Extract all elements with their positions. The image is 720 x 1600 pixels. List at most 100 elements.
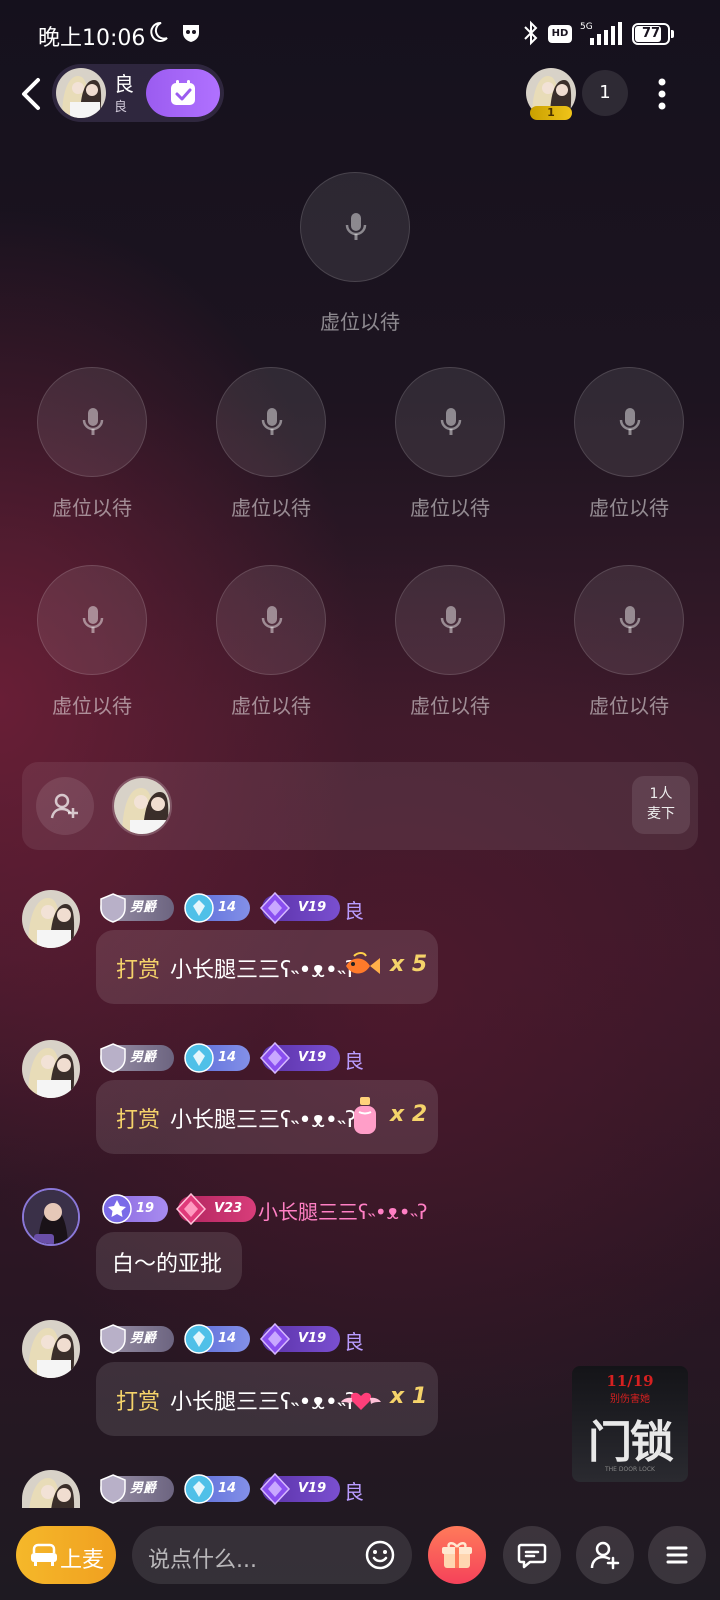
message-avatar[interactable]	[22, 1188, 80, 1246]
goldfish-gift-icon	[346, 952, 380, 974]
moon-icon	[150, 21, 168, 42]
level-badge: 14	[184, 893, 250, 923]
emoji-icon[interactable]	[364, 1539, 396, 1571]
message-nickname[interactable]: 良	[344, 895, 364, 924]
host-seat[interactable]	[300, 172, 410, 282]
seat-6[interactable]	[216, 565, 326, 675]
battery-level: 77	[641, 26, 661, 41]
bottom-toolbar: 上麦 说点什么...	[0, 1520, 720, 1600]
seat-1[interactable]	[37, 367, 147, 477]
check-calendar-icon	[171, 80, 195, 105]
invite-user-button[interactable]	[36, 777, 94, 835]
movie-ad-banner[interactable]: 11/19 别伤害她 门锁 THE DOOR LOCK	[572, 1366, 688, 1482]
message-avatar[interactable]	[22, 1320, 80, 1378]
take-mic-button[interactable]: 上麦	[16, 1526, 116, 1584]
microphone-icon	[619, 606, 641, 633]
gem-badge-icon	[184, 1043, 214, 1073]
room-info-pill[interactable]: 良 良	[52, 64, 224, 122]
add-friend-button[interactable]	[576, 1526, 634, 1584]
message-nickname[interactable]: 良	[344, 1476, 364, 1505]
noble-badge: 男爵	[100, 1324, 174, 1354]
gift-multiplier: x 1	[390, 1384, 428, 1409]
signal-icon: 5G	[580, 22, 622, 45]
battery-icon: 77	[632, 23, 674, 45]
svg-text:5G: 5G	[580, 22, 593, 32]
gift-action: 打赏	[116, 1390, 161, 1415]
gift-multiplier: x 2	[390, 1102, 428, 1127]
status-time: 晚上10:06	[38, 26, 146, 51]
level-badge: 19	[102, 1194, 168, 1224]
noble-badge: 男爵	[100, 893, 174, 923]
ad-english-title: THE DOOR LOCK	[605, 1466, 655, 1473]
back-button[interactable]	[14, 74, 46, 114]
seat-2[interactable]	[216, 367, 326, 477]
online-count-button[interactable]: 1	[582, 70, 628, 116]
message-avatar[interactable]	[22, 1470, 80, 1508]
seat-4[interactable]	[574, 367, 684, 477]
message-avatar[interactable]	[22, 890, 80, 948]
seat-5[interactable]	[37, 565, 147, 675]
mic-queue-count[interactable]: 1人 麦下	[632, 776, 690, 834]
microphone-icon	[619, 408, 641, 435]
chat-bubble-icon	[517, 1543, 547, 1569]
gem-badge-icon	[184, 1474, 214, 1504]
vip-diamond-icon	[259, 891, 291, 925]
vip-diamond-icon	[259, 1322, 291, 1356]
microphone-icon	[82, 606, 104, 633]
gift-multiplier: x 5	[390, 952, 428, 977]
bluetooth-icon	[524, 20, 538, 46]
shield-badge-icon	[100, 893, 126, 923]
gift-button[interactable]	[428, 1526, 486, 1584]
gift-target: 小长腿三三ʕ˵•ᴥ•˵ʔ	[170, 1108, 357, 1133]
message-nickname[interactable]: 良	[344, 1326, 364, 1355]
seat-label: 虚位以待	[231, 694, 311, 718]
queue-count-label: 麦下	[647, 806, 675, 822]
mask-icon	[183, 25, 199, 42]
message-nickname[interactable]: 良	[344, 1045, 364, 1074]
chat-input-placeholder: 说点什么...	[148, 1548, 257, 1573]
gift-box-icon	[442, 1542, 472, 1568]
seat-3[interactable]	[395, 367, 505, 477]
gift-action: 打赏	[116, 1108, 161, 1133]
level-badge: 14	[184, 1043, 250, 1073]
message-nickname[interactable]: 小长腿三三ʕ˵•ᴥ•˵ʔ	[258, 1196, 427, 1225]
microphone-icon	[440, 606, 462, 633]
vip-badge: V19	[259, 1041, 340, 1075]
queued-user-avatar[interactable]	[112, 776, 172, 836]
seat-label: 虚位以待	[410, 496, 490, 520]
noble-badge: 男爵	[100, 1043, 174, 1073]
room-avatar	[56, 68, 106, 118]
room-id: 良	[114, 100, 128, 115]
microphone-icon	[261, 408, 283, 435]
noble-badge: 男爵	[100, 1474, 174, 1504]
take-mic-label: 上麦	[60, 1548, 105, 1573]
message-avatar[interactable]	[22, 1040, 80, 1098]
shield-badge-icon	[100, 1043, 126, 1073]
status-bar: 晚上10:06 HD 5G 77	[0, 0, 720, 64]
follow-button[interactable]	[146, 69, 220, 117]
host-seat-label: 虚位以待	[320, 310, 400, 334]
seat-8[interactable]	[574, 565, 684, 675]
ad-date: 11/19	[606, 1372, 654, 1390]
seat-label: 虚位以待	[231, 496, 311, 520]
hd-icon: HD	[548, 25, 572, 43]
rank-badge: 1	[530, 106, 572, 120]
seat-label: 虚位以待	[589, 496, 669, 520]
microphone-icon	[261, 606, 283, 633]
level-badge: 14	[184, 1324, 250, 1354]
menu-icon	[666, 1546, 688, 1564]
mic-queue-bar: 1人 麦下	[22, 762, 698, 850]
menu-button[interactable]	[648, 1526, 706, 1584]
message-text: 白～的亚批	[112, 1252, 223, 1277]
winged-heart-gift-icon	[341, 1392, 381, 1410]
vip-diamond-icon	[259, 1472, 291, 1506]
seat-7[interactable]	[395, 565, 505, 675]
chat-input[interactable]: 说点什么...	[132, 1526, 412, 1584]
messages-button[interactable]	[503, 1526, 561, 1584]
ad-subtitle: 别伤害她	[610, 1394, 650, 1405]
room-name: 良	[114, 72, 134, 96]
more-options-icon[interactable]	[650, 76, 674, 112]
gift-target: 小长腿三三ʕ˵•ᴥ•˵ʔ	[170, 958, 357, 983]
queue-count-number: 1人	[649, 786, 673, 802]
seat-label: 虚位以待	[52, 496, 132, 520]
